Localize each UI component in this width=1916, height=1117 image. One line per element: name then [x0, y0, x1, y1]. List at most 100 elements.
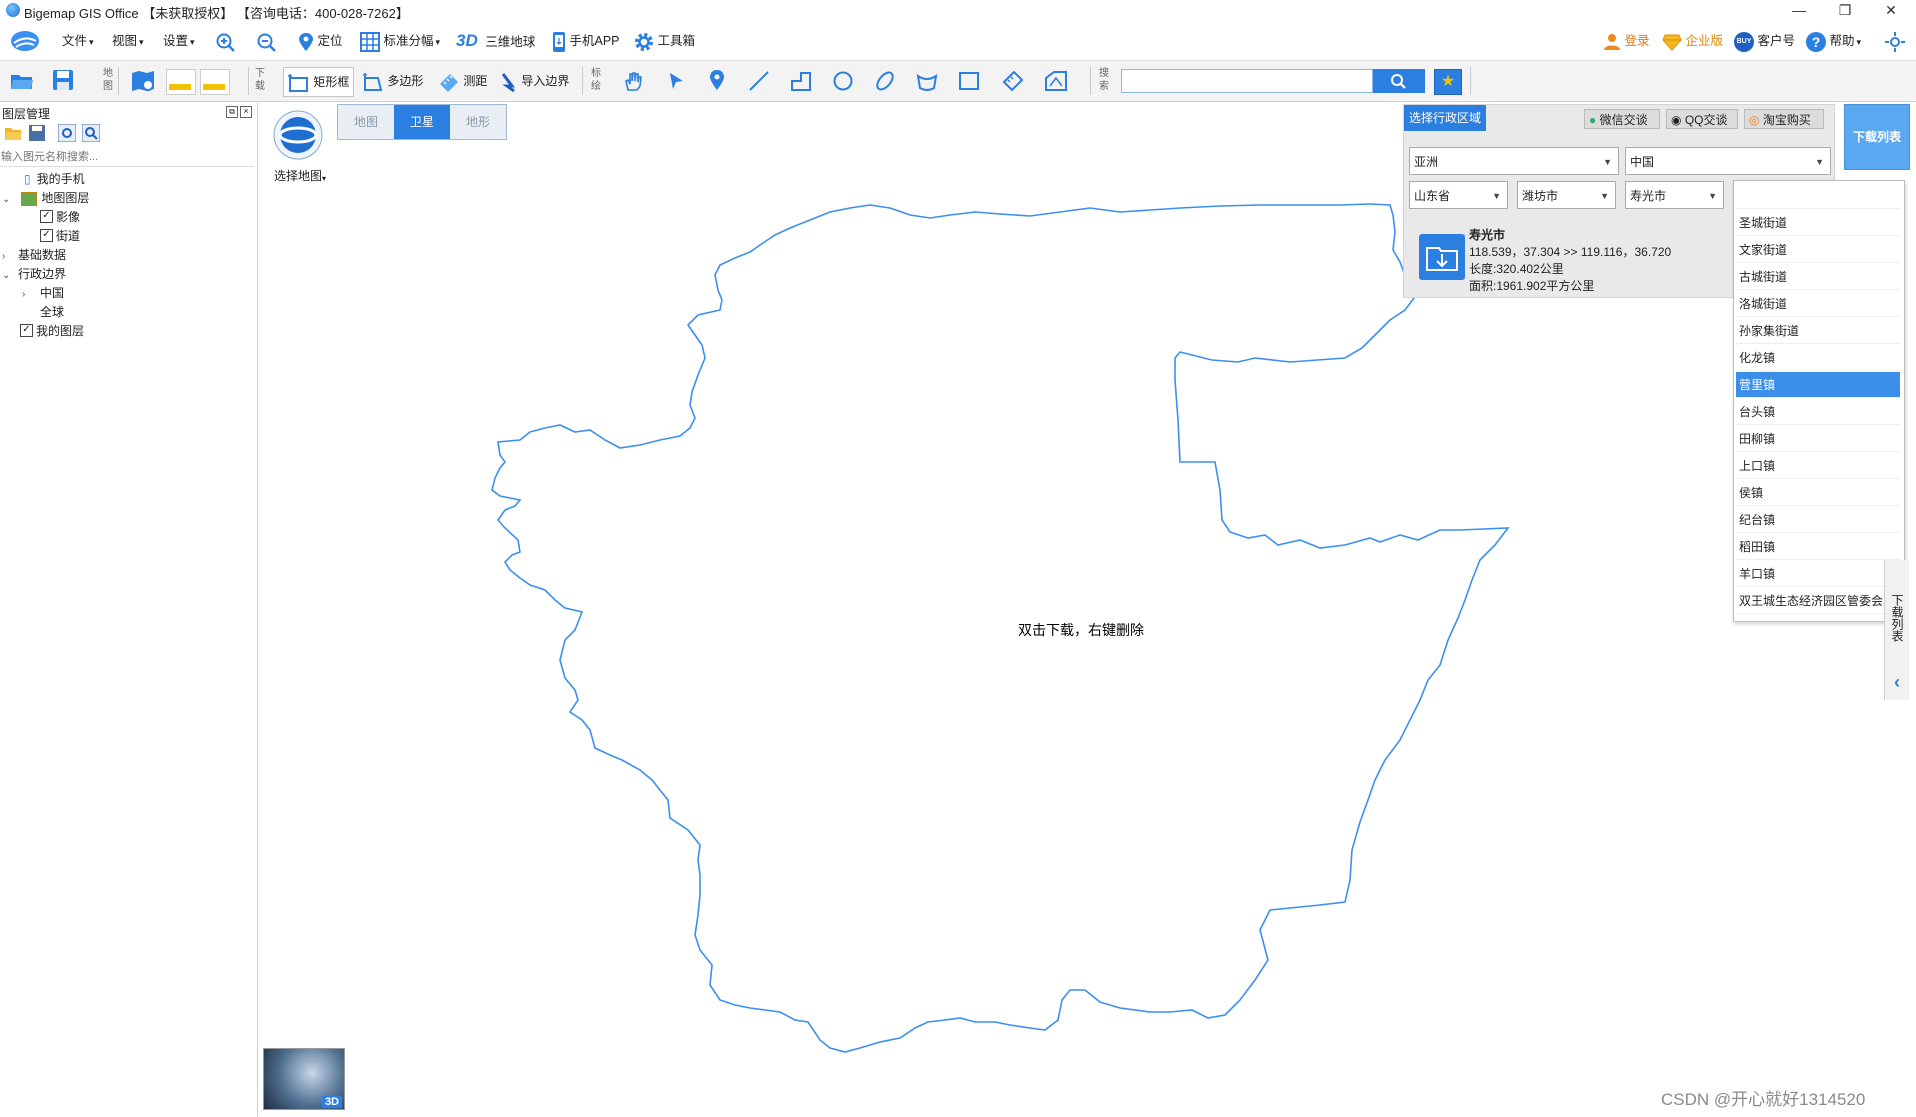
- continent-select[interactable]: 亚洲 ▼: [1409, 147, 1619, 175]
- measure-distance-button[interactable]: 测距: [438, 67, 487, 95]
- town-option[interactable]: 营里镇: [1736, 372, 1900, 398]
- pan-hand-icon[interactable]: [622, 70, 644, 92]
- province-select[interactable]: 山东省 ▼: [1409, 181, 1508, 209]
- chevron-down-icon[interactable]: ⌄: [2, 267, 12, 285]
- town-option[interactable]: 洛城街道: [1736, 291, 1900, 317]
- town-option[interactable]: [1736, 183, 1900, 209]
- map-source-icon-2[interactable]: [200, 69, 230, 95]
- tab-map[interactable]: 地图: [338, 105, 394, 139]
- tab-terrain[interactable]: 地形: [450, 105, 506, 139]
- region-info-card[interactable]: 寿光市 118.539，37.304 >> 119.116，36.720 长度:…: [1403, 214, 1733, 294]
- tree-item-streets[interactable]: ✓ 街道: [40, 227, 80, 245]
- town-option[interactable]: 圣城街道: [1736, 210, 1900, 236]
- mobile-app-button[interactable]: 手机APP: [552, 22, 620, 60]
- enterprise-button[interactable]: 企业版: [1662, 22, 1723, 60]
- tree-item-basic-data[interactable]: › 基础数据: [2, 246, 66, 264]
- tree-item-global[interactable]: 全球: [40, 303, 64, 321]
- zoom-out-icon[interactable]: [256, 32, 276, 52]
- toolbox-button[interactable]: 工具箱: [634, 22, 695, 60]
- favorite-star-icon[interactable]: ★: [1434, 69, 1462, 95]
- layer-search-input[interactable]: [0, 147, 254, 167]
- standard-sheet-button[interactable]: 标准分幅 ▾: [360, 22, 440, 60]
- map-selector[interactable]: 选择地图 ▾: [266, 108, 330, 188]
- save-icon[interactable]: [52, 69, 74, 91]
- chevron-down-icon[interactable]: ⌄: [2, 191, 12, 209]
- town-option[interactable]: 侯镇: [1736, 480, 1900, 506]
- polyline-tool-icon[interactable]: [790, 70, 812, 92]
- tree-item-my-layers[interactable]: ✓ 我的图层: [20, 322, 84, 340]
- layer-search-icon[interactable]: [82, 124, 100, 142]
- ruler-tool-icon[interactable]: [1002, 70, 1024, 92]
- open-layer-icon[interactable]: [4, 124, 22, 142]
- town-option[interactable]: 文家街道: [1736, 237, 1900, 263]
- town-option[interactable]: 化龙镇: [1736, 345, 1900, 371]
- globe-3d-thumbnail[interactable]: 3D: [263, 1048, 345, 1110]
- save-layer-icon[interactable]: [28, 124, 46, 142]
- country-select[interactable]: 中国 ▼: [1625, 147, 1831, 175]
- line-tool-icon[interactable]: [748, 70, 770, 92]
- pointer-arrow-icon[interactable]: [666, 71, 686, 91]
- town-option[interactable]: 田柳镇: [1736, 426, 1900, 452]
- chevron-right-icon[interactable]: ›: [22, 286, 32, 304]
- town-option[interactable]: 纪台镇: [1736, 507, 1900, 533]
- minimize-button[interactable]: —: [1776, 0, 1822, 22]
- panel-close-icon[interactable]: ×: [240, 106, 252, 118]
- settings-compass-icon[interactable]: [1884, 31, 1906, 53]
- panel-float-icon[interactable]: ⧉: [226, 106, 238, 118]
- rectangle-tool-icon[interactable]: [958, 70, 980, 92]
- town-option[interactable]: 台头镇: [1736, 399, 1900, 425]
- menu-settings[interactable]: 设置 ▾: [163, 22, 195, 60]
- map-source-icon-1[interactable]: [166, 69, 196, 95]
- tab-satellite[interactable]: 卫星: [394, 105, 450, 139]
- polygon-select-button[interactable]: 多边形: [362, 67, 423, 95]
- tree-item-admin-boundary[interactable]: ⌄ 行政边界: [2, 265, 66, 283]
- chevron-left-icon[interactable]: ‹: [1885, 672, 1909, 693]
- town-option[interactable]: 双王城生态经济园区管委会: [1736, 588, 1900, 614]
- city-select[interactable]: 潍坊市 ▼: [1517, 181, 1616, 209]
- curve-tool-icon[interactable]: [916, 70, 938, 92]
- layer-settings-icon[interactable]: [58, 124, 76, 142]
- town-option[interactable]: 稻田镇: [1736, 534, 1900, 560]
- open-folder-icon[interactable]: [10, 71, 34, 91]
- tree-item-imagery[interactable]: ✓ 影像: [40, 208, 80, 226]
- area-tool-icon[interactable]: [1044, 70, 1068, 92]
- town-option[interactable]: 上口镇: [1736, 453, 1900, 479]
- region-name: 寿光市: [1469, 228, 1506, 242]
- download-region-icon[interactable]: [1419, 234, 1465, 280]
- county-select[interactable]: 寿光市 ▼: [1625, 181, 1724, 209]
- circle-tool-icon[interactable]: [832, 70, 854, 92]
- search-button[interactable]: [1373, 69, 1425, 93]
- customer-id-button[interactable]: BUY 客户号: [1734, 22, 1795, 60]
- locate-button[interactable]: 定位: [298, 22, 343, 60]
- globe-3d-button[interactable]: 3D 三维地球: [456, 22, 535, 60]
- streets-checkbox[interactable]: ✓: [40, 229, 53, 243]
- rectangle-select-button[interactable]: 矩形框: [283, 67, 355, 97]
- menu-file[interactable]: 文件 ▾: [62, 22, 94, 60]
- help-button[interactable]: ? 帮助 ▾: [1806, 22, 1861, 60]
- download-list-side-tab[interactable]: 下载列表 ‹: [1884, 560, 1909, 700]
- zoom-in-icon[interactable]: [215, 32, 235, 52]
- restore-button[interactable]: ❐: [1822, 0, 1868, 22]
- login-button[interactable]: 登录: [1603, 22, 1650, 60]
- tree-item-china[interactable]: › 中国: [22, 284, 64, 302]
- taobao-buy-button[interactable]: ◎ 淘宝购买: [1744, 109, 1824, 129]
- chevron-right-icon[interactable]: ›: [2, 248, 12, 266]
- map-settings-icon[interactable]: [130, 69, 156, 93]
- search-input[interactable]: [1121, 69, 1373, 93]
- my-layers-checkbox[interactable]: ✓: [20, 324, 33, 338]
- town-option[interactable]: 古城街道: [1736, 264, 1900, 290]
- tree-item-my-phone[interactable]: ▯ 我的手机: [24, 170, 85, 188]
- marker-pin-icon[interactable]: [708, 69, 726, 91]
- download-list-button[interactable]: 下载列表: [1844, 104, 1910, 170]
- ellipse-tool-icon[interactable]: [874, 70, 896, 92]
- close-button[interactable]: ✕: [1868, 0, 1914, 22]
- imagery-checkbox[interactable]: ✓: [40, 210, 53, 224]
- town-option[interactable]: 孙家集街道: [1736, 318, 1900, 344]
- wechat-chat-button[interactable]: ● 微信交谈: [1584, 109, 1660, 129]
- tree-item-map-layers[interactable]: ⌄ 地图图层: [2, 189, 89, 207]
- import-boundary-button[interactable]: 导入边界: [500, 67, 569, 95]
- qq-chat-button[interactable]: ◉ QQ交谈: [1666, 109, 1738, 129]
- tree-item-label: 街道: [56, 229, 81, 243]
- menu-view[interactable]: 视图 ▾: [112, 22, 144, 60]
- town-option[interactable]: 羊口镇: [1736, 561, 1900, 587]
